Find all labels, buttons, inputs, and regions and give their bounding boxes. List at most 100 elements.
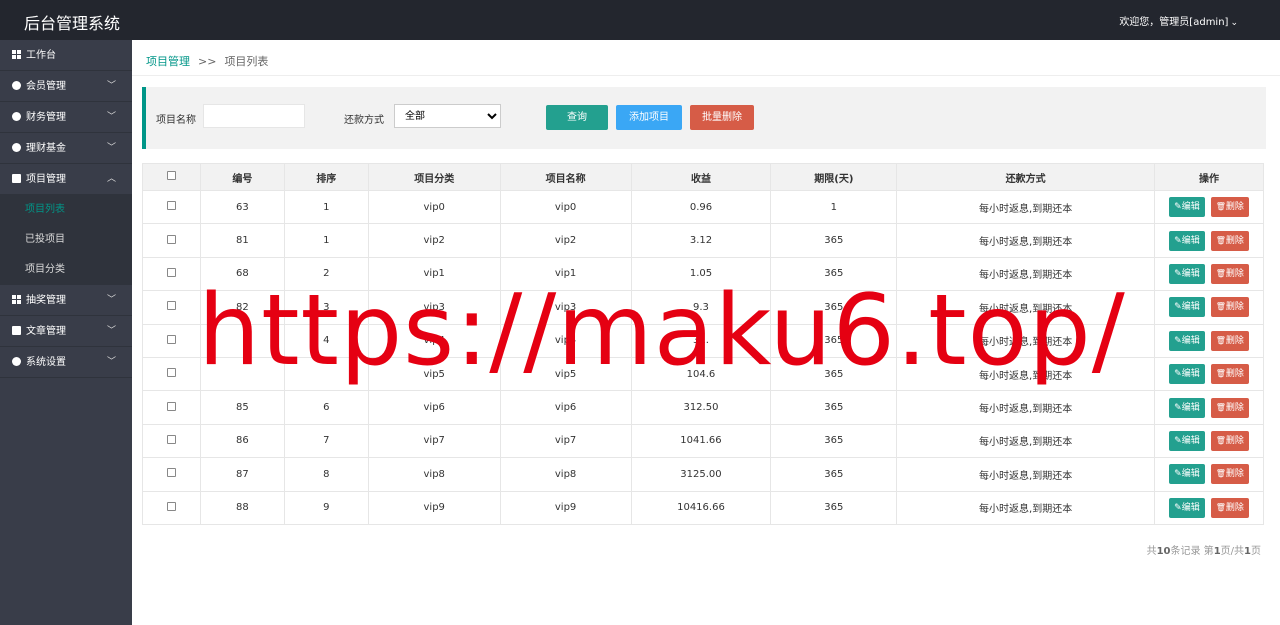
delete-button[interactable]: 🗑删除: [1210, 464, 1249, 485]
trash-icon: 🗑: [1215, 435, 1226, 445]
delete-button[interactable]: 🗑删除: [1210, 397, 1249, 418]
trash-icon: 🗑: [1215, 202, 1226, 212]
dashboard-icon: [12, 50, 21, 59]
sidebar-item-dashboard[interactable]: 工作台: [0, 40, 132, 71]
project-name-input[interactable]: [203, 104, 305, 128]
column-header[interactable]: 项目名称: [499, 163, 632, 191]
row-actions: ✎编辑 🗑删除: [1154, 457, 1264, 492]
sidebar-item-articles[interactable]: 文章管理 ﹀: [0, 316, 132, 347]
table-row: 88 9 vip9 vip9 10416.66 365 每小时返息,到期还本 ✎编辑 🗑删除: [142, 490, 1264, 525]
row-select-cell: [142, 256, 201, 292]
sidebar-subitem-project-list[interactable]: 项目列表: [0, 195, 132, 225]
row-select-cell: [142, 356, 201, 392]
delete-button[interactable]: 🗑删除: [1210, 263, 1249, 284]
table-cell-method: 每小时返息,到期还本: [896, 189, 1156, 225]
row-checkbox[interactable]: [166, 401, 176, 411]
delete-button[interactable]: 🗑删除: [1210, 330, 1249, 351]
batch-delete-button[interactable]: 批量删除: [690, 105, 754, 130]
sidebar-subitem-invested-projects[interactable]: 已投项目: [0, 225, 132, 255]
table-cell-method: 每小时返息,到期还本: [896, 423, 1156, 459]
table-cell-method: 每小时返息,到期还本: [896, 390, 1156, 425]
row-select-cell: [142, 423, 201, 459]
sidebar-item-projects[interactable]: 项目管理 ︿: [0, 164, 132, 195]
add-project-button[interactable]: 添加项目: [616, 105, 682, 130]
delete-button[interactable]: 🗑删除: [1210, 197, 1249, 218]
sidebar-item-finance[interactable]: 财务管理 ﹀: [0, 102, 132, 133]
select-all-checkbox[interactable]: [166, 171, 176, 180]
delete-button[interactable]: 🗑删除: [1210, 364, 1249, 385]
row-actions: ✎编辑 🗑删除: [1154, 423, 1264, 459]
user-menu[interactable]: 欢迎您，管理员[admin] ⌄: [1119, 13, 1238, 28]
table-cell-id: 63: [199, 189, 285, 225]
edit-label: 编辑: [1181, 502, 1200, 513]
column-header[interactable]: 排序: [283, 163, 369, 191]
row-checkbox[interactable]: [166, 301, 176, 311]
edit-button[interactable]: ✎编辑: [1169, 464, 1205, 485]
row-checkbox[interactable]: [166, 501, 176, 511]
sidebar-item-label: 工作台: [26, 50, 56, 61]
trash-icon: 🗑: [1215, 235, 1226, 245]
delete-label: 删除: [1225, 335, 1244, 346]
edit-button[interactable]: ✎编辑: [1169, 430, 1205, 451]
column-header[interactable]: 编号: [199, 163, 285, 191]
sidebar-item-funds[interactable]: 理财基金 ﹀: [0, 133, 132, 164]
table-cell-method: 每小时返息,到期还本: [896, 457, 1156, 492]
table-cell-cat: vip8: [367, 457, 501, 492]
breadcrumb: 项目管理 >> 项目列表: [132, 40, 1280, 76]
row-checkbox[interactable]: [166, 468, 176, 478]
edit-button[interactable]: ✎编辑: [1169, 364, 1205, 385]
table-cell-method: 每小时返息,到期还本: [896, 223, 1156, 258]
row-actions: ✎编辑 🗑删除: [1154, 390, 1264, 425]
column-header[interactable]: 期限(天): [770, 163, 898, 191]
pager-text: 共: [1146, 546, 1157, 557]
column-header[interactable]: 收益: [630, 163, 772, 191]
edit-button[interactable]: ✎编辑: [1169, 263, 1205, 284]
sidebar-item-settings[interactable]: 系统设置 ﹀: [0, 347, 132, 378]
edit-button[interactable]: ✎编辑: [1169, 230, 1205, 251]
row-checkbox[interactable]: [166, 267, 176, 277]
delete-label: 删除: [1225, 502, 1244, 513]
edit-icon: ✎: [1174, 469, 1182, 480]
repayment-method-select[interactable]: 全部: [394, 104, 501, 128]
chevron-down-icon: ﹀: [106, 81, 116, 91]
sidebar-item-label: 财务管理: [26, 112, 66, 123]
column-header[interactable]: 项目分类: [367, 163, 501, 191]
table-cell-income: 0.96: [630, 189, 772, 225]
row-checkbox[interactable]: [166, 368, 176, 378]
edit-button[interactable]: ✎编辑: [1169, 397, 1205, 418]
delete-button[interactable]: 🗑删除: [1210, 297, 1249, 318]
sidebar-item-label: 系统设置: [26, 357, 66, 368]
column-header[interactable]: 还款方式: [896, 163, 1156, 191]
edit-label: 编辑: [1181, 469, 1200, 480]
delete-button[interactable]: 🗑删除: [1210, 230, 1249, 251]
edit-button[interactable]: ✎编辑: [1169, 197, 1205, 218]
table-cell-id: 86: [199, 423, 285, 459]
watermark-text: https://maku6.top/: [198, 274, 1126, 388]
row-checkbox[interactable]: [166, 234, 176, 244]
edit-button[interactable]: ✎编辑: [1169, 497, 1205, 518]
sidebar-item-members[interactable]: 会员管理 ﹀: [0, 71, 132, 102]
edit-button[interactable]: ✎编辑: [1169, 297, 1205, 318]
chevron-down-icon: ⌄: [1230, 18, 1238, 28]
table-cell-sort: 7: [283, 423, 369, 459]
chevron-up-icon: ︿: [106, 174, 116, 184]
table-cell-id: 81: [199, 223, 285, 258]
sidebar-item-lottery[interactable]: 抽奖管理 ﹀: [0, 285, 132, 316]
table-cell-sort: 9: [283, 490, 369, 525]
row-checkbox[interactable]: [166, 201, 176, 211]
trash-icon: 🗑: [1215, 268, 1226, 278]
table-cell-sort: 6: [283, 390, 369, 425]
edit-button[interactable]: ✎编辑: [1169, 330, 1205, 351]
breadcrumb-parent-link[interactable]: 项目管理: [146, 55, 190, 68]
delete-button[interactable]: 🗑删除: [1210, 430, 1249, 451]
edit-label: 编辑: [1181, 435, 1200, 446]
row-checkbox[interactable]: [166, 434, 176, 444]
row-checkbox[interactable]: [166, 334, 176, 344]
row-actions: ✎编辑 🗑删除: [1154, 323, 1264, 358]
current-page: 1: [1213, 546, 1221, 557]
query-button[interactable]: 查询: [546, 105, 608, 130]
edit-icon: ✎: [1174, 235, 1182, 246]
sidebar-subitem-project-categories[interactable]: 项目分类: [0, 255, 132, 285]
delete-button[interactable]: 🗑删除: [1210, 497, 1249, 518]
table-header-row: 编号 排序 项目分类 项目名称 收益 期限(天) 还款方式 操作: [142, 163, 1264, 191]
